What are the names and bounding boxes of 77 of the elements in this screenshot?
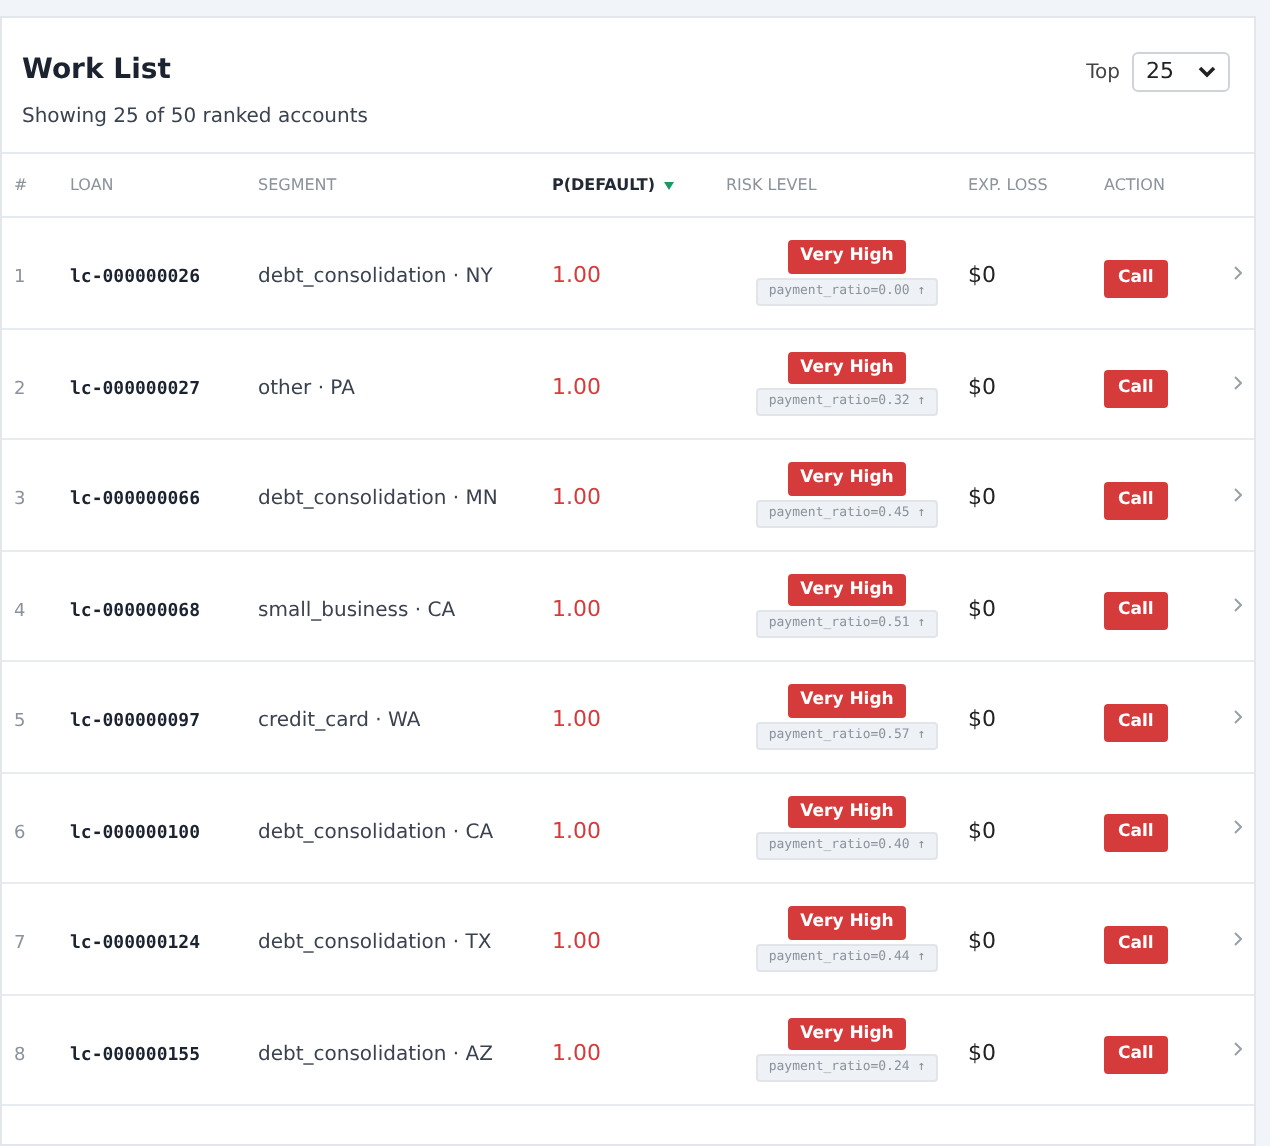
- default-probability: 1.00: [552, 706, 601, 733]
- column-header[interactable]: RISK LEVEL: [726, 173, 817, 197]
- loan-id: lc-000000155: [70, 1045, 201, 1066]
- segment-text: other · PA: [258, 377, 355, 400]
- expected-loss: $0: [968, 928, 996, 955]
- chevron-down-icon: [1198, 66, 1216, 78]
- risk-badge: Very High: [788, 462, 906, 496]
- call-button[interactable]: Call: [1104, 370, 1168, 409]
- segment-text: debt_consolidation · AZ: [258, 1043, 493, 1066]
- rank-number: 4: [14, 601, 26, 622]
- loan-id: lc-000000066: [70, 490, 201, 511]
- chevron-right-icon[interactable]: [1234, 931, 1242, 946]
- column-header[interactable]: P(DEFAULT): [552, 173, 655, 197]
- call-button[interactable]: Call: [1104, 1036, 1168, 1075]
- call-button[interactable]: Call: [1104, 925, 1168, 964]
- expected-loss: $0: [968, 595, 996, 622]
- loan-id: lc-000000068: [70, 601, 201, 622]
- segment-text: debt_consolidation · NY: [258, 266, 493, 289]
- call-button[interactable]: Call: [1104, 481, 1168, 520]
- expected-loss: $0: [968, 484, 996, 511]
- rank-number: 7: [14, 934, 26, 955]
- rank-number: 8: [14, 1045, 26, 1066]
- risk-badge: Very High: [788, 906, 906, 940]
- risk-badge: Very High: [788, 1017, 906, 1051]
- risk-badge: Very High: [788, 351, 906, 385]
- loan-id: lc-000000026: [70, 268, 201, 289]
- call-button[interactable]: Call: [1104, 814, 1168, 853]
- chevron-right-icon[interactable]: [1234, 598, 1242, 613]
- rank-number: 2: [14, 379, 26, 400]
- expected-loss: $0: [968, 262, 996, 289]
- loan-id: lc-000000027: [70, 379, 201, 400]
- default-probability: 1.00: [552, 484, 601, 511]
- column-header[interactable]: LOAN: [70, 173, 114, 197]
- risk-badge: Very High: [788, 240, 906, 274]
- expected-loss: $0: [968, 706, 996, 733]
- expected-loss: $0: [968, 817, 996, 844]
- subtitle: Showing 25 of 50 ranked accounts: [22, 104, 368, 130]
- call-button[interactable]: Call: [1104, 259, 1168, 298]
- rank-number: 6: [14, 823, 26, 844]
- default-probability: 1.00: [552, 262, 601, 289]
- loan-id: lc-000000097: [70, 712, 201, 733]
- column-header[interactable]: EXP. LOSS: [968, 173, 1048, 197]
- column-header[interactable]: ACTION: [1104, 173, 1165, 197]
- risk-badge: Very High: [788, 795, 906, 829]
- risk-badge: Very High: [788, 684, 906, 718]
- expected-loss: $0: [968, 1039, 996, 1066]
- page-title: Work List: [22, 52, 173, 88]
- segment-text: credit_card · WA: [258, 710, 421, 733]
- default-probability: 1.00: [552, 373, 601, 400]
- segment-text: debt_consolidation · CA: [258, 821, 494, 844]
- column-header[interactable]: #: [14, 173, 28, 197]
- expected-loss: $0: [968, 373, 996, 400]
- chevron-right-icon[interactable]: [1234, 265, 1242, 280]
- top-label: Top: [1086, 59, 1120, 87]
- default-probability: 1.00: [552, 595, 601, 622]
- default-probability: 1.00: [552, 1039, 601, 1066]
- rank-number: 5: [14, 712, 26, 733]
- call-button[interactable]: Call: [1104, 703, 1168, 742]
- risk-badge: Very High: [788, 573, 906, 607]
- loan-id: lc-000000100: [70, 823, 201, 844]
- chevron-right-icon[interactable]: [1234, 487, 1242, 502]
- column-header[interactable]: SEGMENT: [258, 173, 337, 197]
- loan-id: lc-000000124: [70, 934, 201, 955]
- call-button[interactable]: Call: [1104, 592, 1168, 631]
- segment-text: small_business · CA: [258, 599, 456, 622]
- chevron-right-icon[interactable]: [1234, 1042, 1242, 1057]
- segment-text: debt_consolidation · MN: [258, 488, 498, 511]
- rank-number: 3: [14, 490, 26, 511]
- default-probability: 1.00: [552, 928, 601, 955]
- sort-desc-icon: [663, 181, 673, 189]
- chevron-right-icon[interactable]: [1234, 709, 1242, 724]
- chevron-right-icon[interactable]: [1234, 820, 1242, 835]
- top-select[interactable]: 25: [1132, 52, 1230, 92]
- rank-number: 1: [14, 268, 26, 289]
- chevron-right-icon[interactable]: [1234, 376, 1242, 391]
- segment-text: debt_consolidation · TX: [258, 932, 492, 955]
- default-probability: 1.00: [552, 817, 601, 844]
